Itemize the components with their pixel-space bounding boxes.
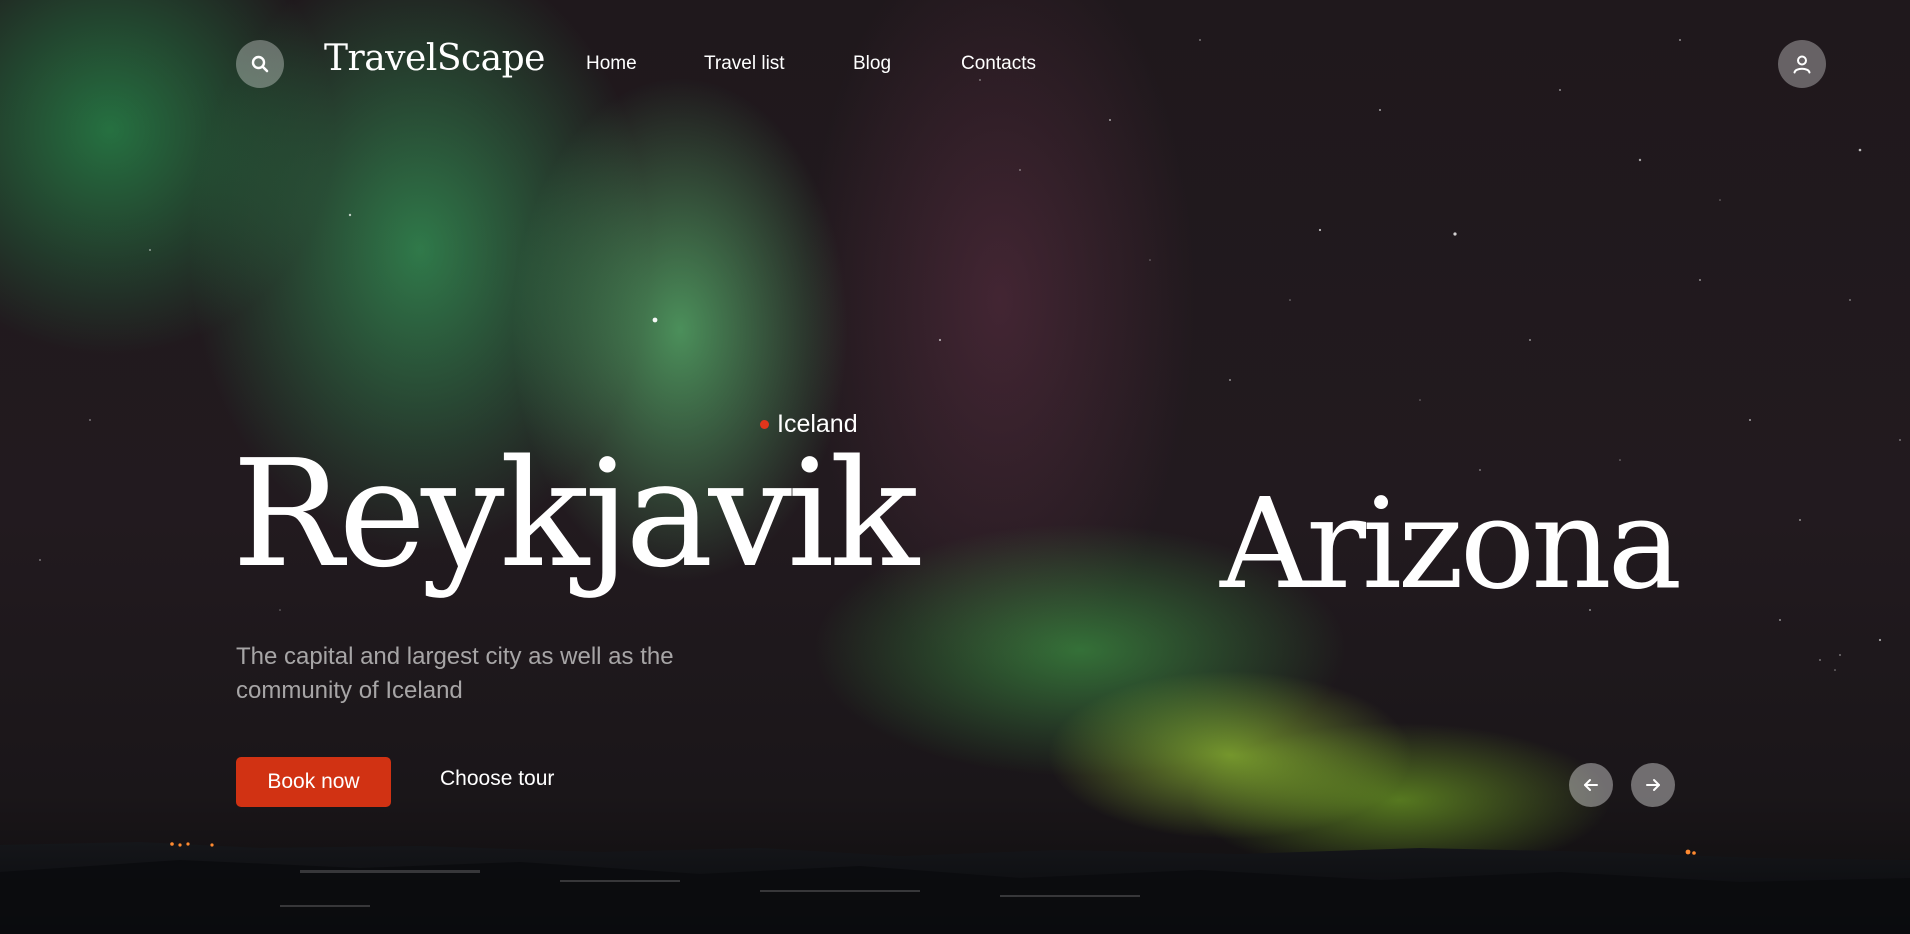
search-icon — [251, 55, 269, 73]
choose-tour-button[interactable]: Choose tour — [440, 767, 554, 791]
city-title: Reykjavik — [232, 428, 919, 600]
next-slide-button[interactable] — [1631, 763, 1675, 807]
account-button[interactable] — [1778, 40, 1826, 88]
nav-link-contacts[interactable]: Contacts — [961, 53, 1036, 75]
arrow-left-icon — [1584, 779, 1598, 791]
nav-link-travel-list[interactable]: Travel list — [704, 53, 785, 75]
search-button[interactable] — [236, 40, 284, 88]
previous-slide-button[interactable] — [1569, 763, 1613, 807]
next-slide-city[interactable]: Arizona — [1220, 482, 1682, 607]
nav-link-home[interactable]: Home — [586, 53, 637, 75]
city-description: The capital and largest city as well as … — [236, 643, 674, 704]
top-navigation: TravelScape Home Travel list Blog Contac… — [0, 0, 1910, 130]
nav-link-blog[interactable]: Blog — [853, 53, 891, 75]
site-logo[interactable]: TravelScape — [324, 38, 545, 79]
book-now-button[interactable]: Book now — [236, 757, 391, 807]
arrow-right-icon — [1646, 779, 1660, 791]
user-icon — [1793, 55, 1811, 74]
